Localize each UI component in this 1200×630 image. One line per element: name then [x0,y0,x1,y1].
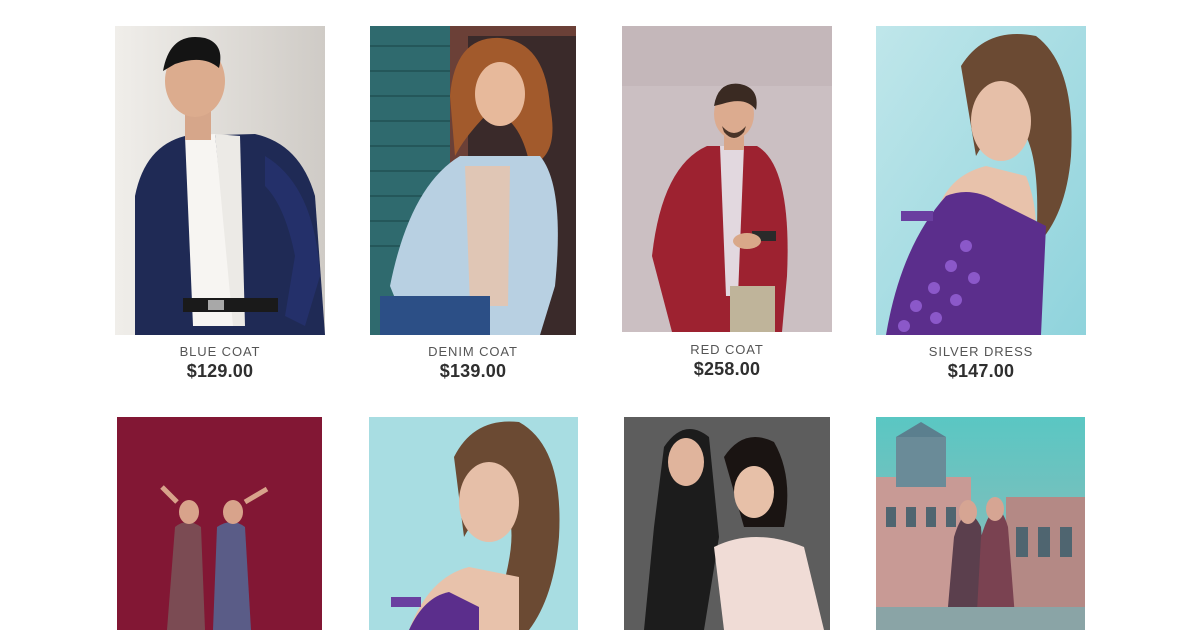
product-image[interactable] [876,417,1085,630]
product-price: $139.00 [439,361,507,381]
product-image[interactable] [624,417,830,630]
product-image-red-coat[interactable] [622,26,832,332]
product-name[interactable]: DENIM COAT [370,344,576,359]
product-card[interactable] [117,417,322,630]
product-price: $258.00 [693,359,761,379]
product-card-blue-coat[interactable]: BLUE COAT $129.00 [115,26,325,381]
product-image[interactable] [117,417,322,630]
product-card[interactable] [369,417,578,630]
product-image[interactable] [369,417,578,630]
product-price: $129.00 [186,361,254,381]
product-image-silver-dress[interactable] [876,26,1086,335]
product-grid-page: { "products": [ {"name": "BLUE COAT", "p… [0,0,1200,630]
product-card-silver-dress[interactable]: SILVER DRESS $147.00 [876,26,1086,381]
product-card[interactable] [624,417,830,630]
product-card-denim-coat[interactable]: DENIM COAT $139.00 [370,26,576,381]
product-name[interactable]: BLUE COAT [115,344,325,359]
product-price: $147.00 [947,361,1015,381]
product-card[interactable] [876,417,1085,630]
product-image-blue-coat[interactable] [115,26,325,335]
product-name[interactable]: RED COAT [622,342,832,357]
product-image-denim-coat[interactable] [370,26,576,335]
product-card-red-coat[interactable]: RED COAT $258.00 [622,26,832,379]
product-name[interactable]: SILVER DRESS [876,344,1086,359]
